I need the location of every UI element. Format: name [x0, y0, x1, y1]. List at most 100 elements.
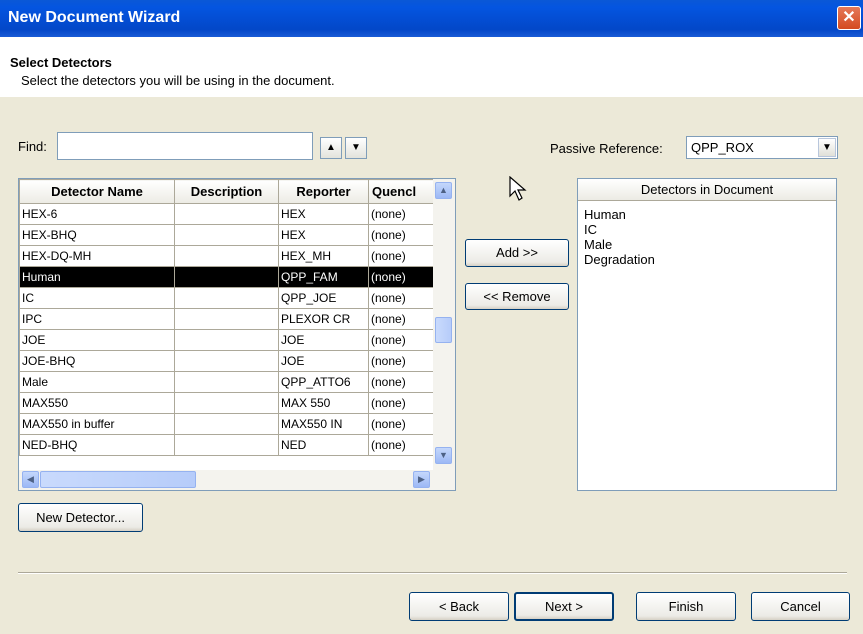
cell-description	[174, 350, 279, 372]
cancel-button[interactable]: Cancel	[751, 592, 850, 621]
cell-description	[174, 203, 279, 225]
column-header-detector-name[interactable]: Detector Name	[19, 179, 175, 204]
detector-table: Detector Name Description Reporter Quenc…	[19, 179, 436, 456]
cell-quencher: (none)	[368, 245, 436, 267]
cell-description	[174, 308, 279, 330]
cell-detector-name: IPC	[19, 308, 175, 330]
scroll-left-icon[interactable]: ◀	[22, 471, 39, 488]
cell-quencher: (none)	[368, 413, 436, 435]
add-button[interactable]: Add >>	[465, 239, 569, 267]
mouse-cursor-icon	[509, 176, 527, 201]
table-row[interactable]: HEX-6 HEX (none)	[19, 203, 436, 225]
list-item[interactable]: Human	[578, 207, 836, 222]
table-row[interactable]: JOE JOE (none)	[19, 329, 436, 351]
cell-reporter: MAX550 IN	[278, 413, 369, 435]
next-button[interactable]: Next >	[514, 592, 614, 621]
cell-detector-name: MAX550 in buffer	[19, 413, 175, 435]
cell-description	[174, 266, 279, 288]
cell-detector-name: IC	[19, 287, 175, 309]
cell-description	[174, 434, 279, 456]
list-item[interactable]: IC	[578, 222, 836, 237]
dropdown-arrow-icon[interactable]: ▼	[818, 138, 836, 157]
table-row[interactable]: MAX550 MAX 550 (none)	[19, 392, 436, 414]
table-row[interactable]: HEX-DQ-MH HEX_MH (none)	[19, 245, 436, 267]
new-detector-button[interactable]: New Detector...	[18, 503, 143, 532]
horizontal-scroll-thumb[interactable]	[40, 471, 196, 488]
passive-reference-label: Passive Reference:	[550, 141, 663, 156]
cell-quencher: (none)	[368, 224, 436, 246]
arrow-up-icon: ▲	[326, 142, 336, 153]
close-button[interactable]: ✕	[837, 6, 861, 30]
list-item[interactable]: Male	[578, 237, 836, 252]
arrow-down-icon: ▼	[351, 142, 361, 153]
table-row[interactable]: IPC PLEXOR CR (none)	[19, 308, 436, 330]
cell-detector-name: HEX-BHQ	[19, 224, 175, 246]
cell-reporter: JOE	[278, 350, 369, 372]
cell-detector-name: JOE	[19, 329, 175, 351]
scroll-up-icon[interactable]: ▲	[435, 182, 452, 199]
passive-reference-select[interactable]: QPP_ROX ▼	[686, 136, 838, 159]
cell-detector-name: HEX-6	[19, 203, 175, 225]
detectors-in-document-header: Detectors in Document	[578, 179, 836, 201]
passive-reference-value: QPP_ROX	[691, 140, 754, 155]
table-row[interactable]: Human QPP_FAM (none)	[19, 266, 436, 288]
cell-quencher: (none)	[368, 287, 436, 309]
scroll-down-icon[interactable]: ▼	[435, 447, 452, 464]
find-next-button[interactable]: ▼	[345, 137, 367, 159]
table-header-row: Detector Name Description Reporter Quenc…	[19, 179, 436, 204]
cell-reporter: HEX	[278, 224, 369, 246]
footer-divider	[18, 572, 847, 574]
find-previous-button[interactable]: ▲	[320, 137, 342, 159]
cell-quencher: (none)	[368, 266, 436, 288]
cell-reporter: HEX	[278, 203, 369, 225]
cell-description	[174, 392, 279, 414]
detector-table-container: Detector Name Description Reporter Quenc…	[18, 178, 456, 491]
cell-reporter: QPP_FAM	[278, 266, 369, 288]
cell-description	[174, 224, 279, 246]
cell-description	[174, 287, 279, 309]
cell-detector-name: Human	[19, 266, 175, 288]
cell-detector-name: HEX-DQ-MH	[19, 245, 175, 267]
title-bar: New Document Wizard ✕	[0, 0, 863, 37]
column-header-quencher[interactable]: Quencl	[368, 179, 436, 204]
cell-quencher: (none)	[368, 203, 436, 225]
table-row[interactable]: MAX550 in buffer MAX550 IN (none)	[19, 413, 436, 435]
window-title: New Document Wizard	[8, 9, 181, 26]
find-label: Find:	[18, 139, 47, 154]
list-item[interactable]: Degradation	[578, 252, 836, 267]
cell-reporter: HEX_MH	[278, 245, 369, 267]
column-header-description[interactable]: Description	[174, 179, 279, 204]
cell-reporter: QPP_ATTO6	[278, 371, 369, 393]
cell-description	[174, 371, 279, 393]
wizard-header: Select Detectors Select the detectors yo…	[0, 37, 863, 97]
cell-quencher: (none)	[368, 308, 436, 330]
cell-reporter: MAX 550	[278, 392, 369, 414]
cell-detector-name: JOE-BHQ	[19, 350, 175, 372]
cell-quencher: (none)	[368, 392, 436, 414]
cell-detector-name: NED-BHQ	[19, 434, 175, 456]
back-button[interactable]: < Back	[409, 592, 509, 621]
table-row[interactable]: IC QPP_JOE (none)	[19, 287, 436, 309]
detectors-in-document-list[interactable]: Detectors in Document Human IC Male Degrada…	[577, 178, 837, 491]
horizontal-scrollbar[interactable]: ◀ ▶	[19, 470, 455, 490]
cell-quencher: (none)	[368, 329, 436, 351]
cell-reporter: JOE	[278, 329, 369, 351]
find-input[interactable]	[57, 132, 313, 160]
cell-description	[174, 245, 279, 267]
cell-description	[174, 413, 279, 435]
cell-description	[174, 329, 279, 351]
table-row[interactable]: HEX-BHQ HEX (none)	[19, 224, 436, 246]
table-row[interactable]: JOE-BHQ JOE (none)	[19, 350, 436, 372]
remove-button[interactable]: << Remove	[465, 283, 569, 310]
cell-reporter: PLEXOR CR	[278, 308, 369, 330]
table-row[interactable]: Male QPP_ATTO6 (none)	[19, 371, 436, 393]
scroll-right-icon[interactable]: ▶	[413, 471, 430, 488]
vertical-scrollbar[interactable]: ▲ ▼	[433, 179, 455, 470]
table-row[interactable]: NED-BHQ NED (none)	[19, 434, 436, 456]
cell-detector-name: Male	[19, 371, 175, 393]
cell-reporter: QPP_JOE	[278, 287, 369, 309]
finish-button[interactable]: Finish	[636, 592, 736, 621]
cell-quencher: (none)	[368, 350, 436, 372]
vertical-scroll-thumb[interactable]	[435, 317, 452, 343]
column-header-reporter[interactable]: Reporter	[278, 179, 369, 204]
